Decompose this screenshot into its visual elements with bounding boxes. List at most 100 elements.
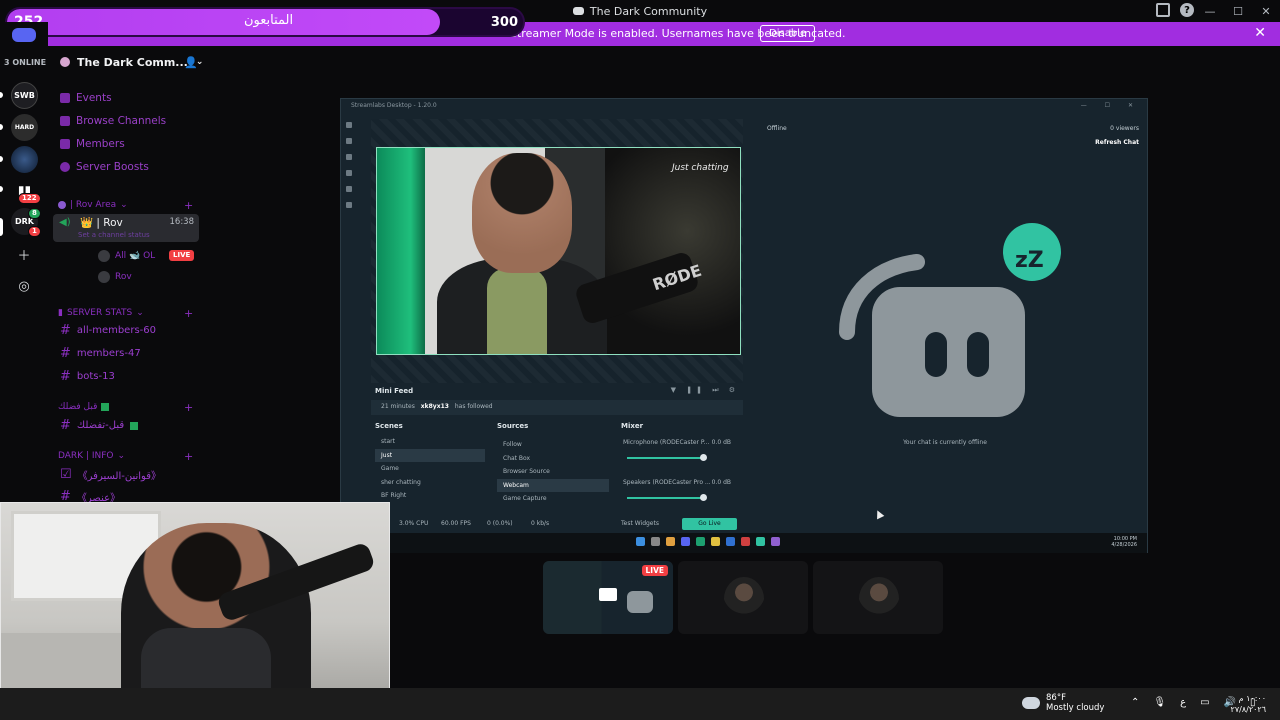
disable-streamer-mode-button[interactable]: Disable <box>760 25 816 42</box>
discover-icon[interactable]: ◎ <box>13 275 35 297</box>
tools-icon[interactable] <box>346 138 352 144</box>
microphone-icon[interactable]: 🎙 <box>1153 697 1166 708</box>
nav-browse-channels[interactable]: Browse Channels <box>60 115 166 127</box>
test-widgets-button[interactable]: Test Widgets <box>621 520 659 527</box>
close-banner-icon[interactable]: ✕ <box>1254 25 1266 41</box>
screen-share-icon <box>599 588 617 601</box>
chevron-up-icon[interactable]: ⌃ <box>1131 697 1139 708</box>
goal-progress-fill <box>7 9 441 35</box>
search-icon <box>651 537 660 546</box>
scene-item[interactable]: Game <box>375 462 485 476</box>
store-icon <box>726 537 735 546</box>
nav-members[interactable]: Members <box>60 138 125 150</box>
taskbar-clock[interactable]: ١٠:٠٠ م ٢٧/٨/٢٠٢٦ <box>1231 693 1266 715</box>
source-item[interactable]: Follow <box>497 438 609 452</box>
inbox-icon[interactable] <box>1156 3 1170 17</box>
add-channel-icon[interactable]: + <box>184 450 193 463</box>
stats-icon: ▮ <box>58 308 63 318</box>
person-shirt <box>487 268 547 354</box>
nav-events[interactable]: Events <box>60 92 112 104</box>
channel-rules[interactable]: ☑ 《قوانين-السيرفر》 <box>60 467 161 482</box>
nav-server-boosts[interactable]: Server Boosts <box>60 161 149 173</box>
participant-tile[interactable] <box>678 561 808 634</box>
editor-icon[interactable] <box>346 122 352 128</box>
scene-item[interactable]: start <box>375 435 485 449</box>
channel-bots[interactable]: # bots-13 <box>60 369 115 384</box>
maximize-button[interactable]: ☐ <box>1224 0 1252 22</box>
category-server-stats[interactable]: ▮ SERVER STATS ⌄ + <box>58 307 193 320</box>
help-icon[interactable]: ? <box>1180 3 1194 17</box>
dashboard-icon[interactable] <box>346 170 352 176</box>
folder-icon <box>711 537 720 546</box>
editor-docks: Scenes start Just Game sher chatting BF … <box>371 422 743 512</box>
participant-avatar <box>859 577 899 621</box>
dark-server-icon[interactable] <box>11 146 38 173</box>
channel-members[interactable]: # members-47 <box>60 346 141 361</box>
windows-taskbar: 86°F Mostly cloudy ⌃ 🎙 ع ▭ 🔊 ▯ ١٠:٠٠ م ٢… <box>0 688 1280 720</box>
volume-knob[interactable] <box>700 454 707 461</box>
source-item[interactable]: Chat Box <box>497 452 609 466</box>
refresh-chat-button[interactable]: Refresh Chat <box>1095 139 1139 146</box>
live-badge: LIVE <box>169 250 195 261</box>
add-channel-icon[interactable]: + <box>184 401 193 414</box>
settings-icon[interactable] <box>346 202 352 208</box>
feed-event: 21 minutes xk8yx13 has followed <box>371 400 743 415</box>
server-pill <box>0 218 3 236</box>
channel-all-members[interactable]: # all-members-60 <box>60 323 156 338</box>
mixer-channel: Microphone (RODECaster P... 0.0 dB <box>623 439 733 464</box>
voice-timer: 16:38 <box>169 217 195 227</box>
set-channel-status[interactable]: Set a channel status <box>78 231 150 239</box>
category-dark-info[interactable]: DARK | INFO ⌄ + <box>58 450 193 463</box>
scenes-header: Scenes <box>375 422 403 430</box>
server-badge: 1 <box>28 226 41 237</box>
check-icon <box>130 421 139 430</box>
scene-item[interactable]: BF Right <box>375 489 485 503</box>
channel-arabic[interactable]: # قبل-تفضلك <box>60 418 139 433</box>
add-channel-icon[interactable]: + <box>184 307 193 320</box>
weather-widget[interactable]: 86°F Mostly cloudy <box>1022 693 1104 713</box>
go-live-button[interactable]: Go Live <box>682 518 737 530</box>
scenes-list: start Just Game sher chatting BF Right <box>375 435 485 503</box>
voice-user[interactable]: All 🐋 OL <box>98 250 155 262</box>
category-arabic[interactable]: قبل فضلك + <box>58 401 193 414</box>
server-pill <box>0 92 3 98</box>
scene-item[interactable]: sher chatting <box>375 476 485 490</box>
stream-tile-live[interactable]: LIVE <box>543 561 673 634</box>
category-icon <box>58 201 66 209</box>
shared-taskbar-icons <box>636 537 780 546</box>
voice-channel-rov[interactable]: ◀) 👑 | Rov 16:38 Set a channel status <box>53 214 199 242</box>
HARD-server-icon[interactable]: HARD <box>11 114 38 141</box>
source-item-selected[interactable]: Webcam <box>497 478 609 492</box>
SWB-server-icon[interactable]: SWB <box>11 82 38 109</box>
network-icon[interactable]: ▭ <box>1200 697 1209 708</box>
source-item[interactable]: Browser Source <box>497 465 609 479</box>
volume-slider[interactable] <box>627 457 702 459</box>
source-item[interactable]: Game Capture <box>497 492 609 506</box>
themes-icon[interactable] <box>346 154 352 160</box>
category-rov-area[interactable]: | Rov Area ⌄ + <box>58 199 193 212</box>
language-icon[interactable]: ع <box>1180 697 1186 708</box>
window-controls[interactable]: — ☐ ✕ <box>1081 99 1141 112</box>
discord-icon <box>681 537 690 546</box>
mini-feed-controls[interactable]: ▼ ❚❚ ⏭ ⚙ <box>671 386 739 395</box>
add-server-icon[interactable]: ＋ <box>13 243 35 265</box>
add-channel-icon[interactable]: + <box>184 199 193 212</box>
mini-feed-title: Mini Feed <box>375 387 414 395</box>
close-window-button[interactable]: ✕ <box>1252 0 1280 22</box>
cpu-stat: 3.0% CPU <box>399 520 429 527</box>
apps-icon[interactable] <box>346 186 352 192</box>
server-name: The Dark Comm... <box>77 55 188 69</box>
invite-icon[interactable]: 👤 <box>184 56 198 69</box>
home-icon[interactable] <box>12 28 36 42</box>
scene-item-selected[interactable]: Just <box>375 448 485 462</box>
streamlabs-logo-icon <box>627 591 653 613</box>
window-title: The Dark Community <box>589 4 708 18</box>
participant-tile[interactable] <box>813 561 943 634</box>
server-header[interactable]: The Dark Comm... ⌄ 👤 <box>48 51 208 73</box>
volume-slider[interactable] <box>627 497 702 499</box>
voice-user[interactable]: Rov <box>98 271 132 283</box>
minimize-button[interactable]: — <box>1196 0 1224 22</box>
volume-knob[interactable] <box>700 494 707 501</box>
check-icon <box>101 403 110 411</box>
rules-icon: ☑ <box>60 467 72 482</box>
